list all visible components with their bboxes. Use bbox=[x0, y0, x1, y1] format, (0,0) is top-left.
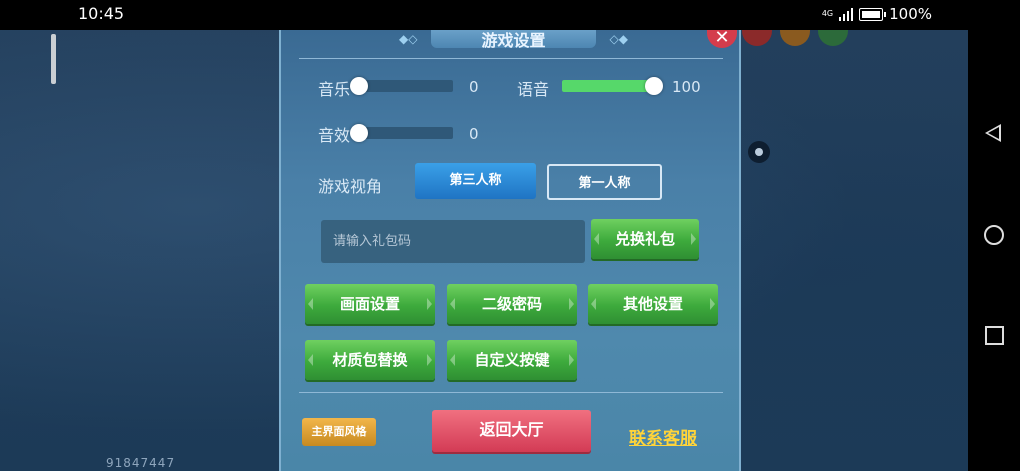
music-label: 音乐 bbox=[318, 80, 351, 99]
settings-panel: ◆◇ 游戏设置 ◇◆ ✕ 音乐 0 语音 100 音效 0 游戏视角 第三人称 … bbox=[279, 29, 741, 471]
sfx-slider-knob[interactable] bbox=[350, 124, 368, 142]
music-slider[interactable] bbox=[350, 77, 453, 95]
home-icon[interactable] bbox=[984, 225, 1004, 245]
other-settings-button[interactable]: 其他设置 bbox=[588, 284, 718, 324]
voice-slider-knob[interactable] bbox=[645, 77, 663, 95]
divider-top bbox=[299, 58, 723, 59]
second-password-button[interactable]: 二级密码 bbox=[447, 284, 577, 324]
voice-slider[interactable] bbox=[562, 77, 663, 95]
ui-style-button[interactable]: 主界面风格 bbox=[302, 418, 376, 446]
panel-title: 游戏设置 bbox=[481, 31, 546, 50]
voice-slider-fill bbox=[562, 80, 654, 92]
battery-icon bbox=[859, 7, 887, 21]
signal-icon bbox=[839, 7, 854, 21]
eye-icon[interactable] bbox=[748, 141, 770, 163]
gift-code-input[interactable] bbox=[321, 220, 585, 263]
clock: 10:45 bbox=[78, 4, 125, 23]
top-hud-icons bbox=[742, 30, 848, 46]
texture-pack-button[interactable]: 材质包替换 bbox=[305, 340, 435, 380]
player-uid: 91847447 bbox=[106, 456, 176, 470]
network-type: 4G bbox=[821, 9, 834, 18]
status-bar: 10:45 4G 100% bbox=[0, 0, 968, 30]
status-icons: 4G 100% bbox=[822, 5, 932, 23]
back-icon[interactable] bbox=[985, 124, 1001, 142]
sfx-value: 0 bbox=[469, 125, 479, 143]
voice-value: 100 bbox=[672, 78, 701, 96]
sfx-slider[interactable] bbox=[350, 124, 453, 142]
redeem-gift-button[interactable]: 兑换礼包 bbox=[591, 219, 699, 259]
hud-icon-green[interactable] bbox=[818, 30, 848, 46]
voice-label: 语音 bbox=[517, 80, 550, 99]
customer-service-link[interactable]: 联系客服 bbox=[629, 424, 697, 449]
close-button[interactable]: ✕ bbox=[707, 29, 737, 48]
system-nav-bar bbox=[968, 0, 1020, 471]
sfx-label: 音效 bbox=[318, 126, 351, 145]
ornament-right-icon: ◇◆ bbox=[609, 32, 628, 46]
music-value: 0 bbox=[469, 78, 479, 96]
music-slider-knob[interactable] bbox=[350, 77, 368, 95]
hud-icon-orange[interactable] bbox=[780, 30, 810, 46]
third-person-button[interactable]: 第三人称 bbox=[415, 163, 536, 199]
custom-keys-button[interactable]: 自定义按键 bbox=[447, 340, 577, 380]
battery-level: 100% bbox=[889, 5, 932, 23]
back-to-lobby-button[interactable]: 返回大厅 bbox=[432, 410, 591, 452]
ornament-left-icon: ◆◇ bbox=[399, 32, 418, 46]
divider-bottom bbox=[299, 392, 723, 393]
first-person-button[interactable]: 第一人称 bbox=[547, 164, 662, 200]
graphics-settings-button[interactable]: 画面设置 bbox=[305, 284, 435, 324]
recent-apps-icon[interactable] bbox=[985, 326, 1004, 345]
title-plate: ◆◇ 游戏设置 ◇◆ bbox=[399, 30, 628, 50]
view-label: 游戏视角 bbox=[318, 177, 383, 196]
hud-icon-red[interactable] bbox=[742, 30, 772, 46]
scroll-handle[interactable] bbox=[51, 34, 56, 84]
